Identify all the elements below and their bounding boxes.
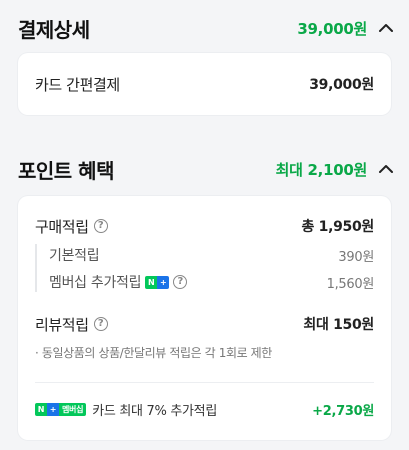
review-points-label: 리뷰적립 xyxy=(35,315,89,334)
payment-method-amount: 39,000원 xyxy=(309,77,374,93)
membership-points-label-wrap: 멤버십 추가적립 N + ? xyxy=(49,272,188,292)
review-points-row: 리뷰적립 ? 최대 150원 xyxy=(35,313,374,335)
purchase-points-value: 총 1,950원 xyxy=(301,219,374,235)
payment-method-row: 카드 간편결제 39,000원 xyxy=(35,73,374,95)
points-header[interactable]: 포인트 혜택 최대 2,100원 xyxy=(18,155,395,183)
review-points-value: 최대 150원 xyxy=(303,317,374,333)
card-points-label: 카드 최대 7% 추가적립 xyxy=(92,403,217,419)
card-points-label-wrap: N + 멤버십 카드 최대 7% 추가적립 xyxy=(35,400,217,419)
points-title: 포인트 혜택 xyxy=(18,158,114,183)
basic-points-row: 기본적립 390원 xyxy=(49,245,374,265)
payment-header[interactable]: 결제상세 39,000원 xyxy=(18,14,395,42)
help-icon[interactable]: ? xyxy=(93,317,108,331)
card-points-row: N + 멤버십 카드 최대 7% 추가적립 +2,730원 xyxy=(35,399,374,419)
review-note-row: · 동일상품의 상품/한달리뷰 적립은 각 1회로 제한 xyxy=(35,343,374,361)
sub-items-indent-line xyxy=(35,244,37,292)
divider xyxy=(35,382,374,383)
chevron-up-icon[interactable] xyxy=(377,19,395,37)
help-icon[interactable]: ? xyxy=(173,275,188,289)
chevron-up-icon[interactable] xyxy=(377,160,395,178)
payment-card: 카드 간편결제 39,000원 xyxy=(18,53,391,115)
review-points-label-wrap: 리뷰적립 ? xyxy=(35,314,108,335)
membership-points-value: 1,560원 xyxy=(326,276,375,292)
payment-method-label: 카드 간편결제 xyxy=(35,75,120,94)
review-note: · 동일상품의 상품/한달리뷰 적립은 각 1회로 제한 xyxy=(35,345,272,360)
membership-points-label: 멤버십 추가적립 xyxy=(49,275,142,291)
payment-header-right: 39,000원 xyxy=(297,18,395,39)
points-total: 최대 2,100원 xyxy=(275,160,368,179)
help-icon[interactable]: ? xyxy=(93,219,108,233)
points-card: 구매적립 ? 총 1,950원 기본적립 390원 멤버십 추가적립 N + ? … xyxy=(18,196,391,440)
purchase-points-label: 구매적립 xyxy=(35,217,89,236)
basic-points-label: 기본적립 xyxy=(49,248,100,264)
card-points-value: +2,730원 xyxy=(312,403,374,419)
payment-title: 결제상세 xyxy=(18,17,90,42)
purchase-points-label-wrap: 구매적립 ? xyxy=(35,216,108,237)
basic-points-value: 390원 xyxy=(338,249,374,265)
payment-total: 39,000원 xyxy=(297,19,367,38)
naver-plus-membership-badge-icon: N + 멤버십 xyxy=(35,402,87,416)
naver-plus-badge-icon: N + xyxy=(145,275,170,289)
membership-points-row: 멤버십 추가적립 N + ? 1,560원 xyxy=(49,272,374,292)
purchase-points-row: 구매적립 ? 총 1,950원 xyxy=(35,215,374,237)
points-header-right: 최대 2,100원 xyxy=(276,159,395,180)
